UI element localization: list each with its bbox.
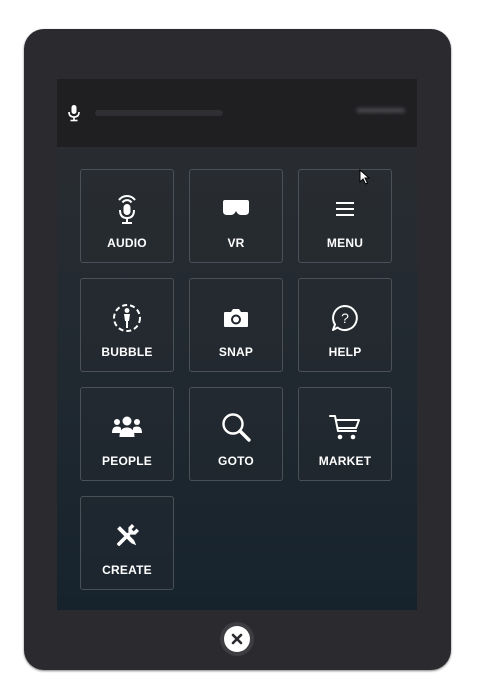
bubble-icon bbox=[113, 304, 141, 332]
tile-goto[interactable]: GOTO bbox=[189, 387, 283, 481]
tile-market[interactable]: MARKET bbox=[298, 387, 392, 481]
tile-label: GOTO bbox=[218, 454, 254, 468]
people-icon bbox=[112, 416, 142, 437]
tile-label: BUBBLE bbox=[101, 345, 153, 359]
tile-label: CREATE bbox=[102, 563, 152, 577]
tile-label: HELP bbox=[328, 345, 362, 359]
tile-snap[interactable]: SNAP bbox=[189, 278, 283, 372]
mic-level-bar bbox=[95, 110, 223, 116]
tile-menu[interactable]: MENU bbox=[298, 169, 392, 263]
cart-icon bbox=[329, 415, 360, 440]
tile-create[interactable]: CREATE bbox=[80, 496, 174, 590]
tile-label: MENU bbox=[326, 236, 364, 250]
hamburger-menu-icon bbox=[336, 202, 354, 216]
search-icon bbox=[222, 413, 251, 442]
top-bar: ••••••••••• bbox=[57, 79, 417, 147]
tile-label: SNAP bbox=[218, 345, 254, 359]
tile-audio[interactable]: AUDIO bbox=[80, 169, 174, 263]
microphone-icon[interactable] bbox=[67, 104, 81, 122]
svg-text:?: ? bbox=[341, 310, 349, 326]
tile-label: AUDIO bbox=[107, 236, 147, 250]
tile-label: VR bbox=[227, 236, 245, 250]
close-button-inner bbox=[224, 626, 250, 652]
tile-help[interactable]: ? HELP bbox=[298, 278, 392, 372]
tile-bubble[interactable]: BUBBLE bbox=[80, 278, 174, 372]
tile-people[interactable]: PEOPLE bbox=[80, 387, 174, 481]
close-button[interactable] bbox=[220, 622, 254, 656]
tile-label: PEOPLE bbox=[102, 454, 152, 468]
help-icon: ? bbox=[332, 305, 358, 331]
camera-icon bbox=[224, 309, 248, 327]
tablet-screen: ••••••••••• AUDIO VR MENU BUBBLE SNAP ? … bbox=[57, 79, 417, 610]
microphone-icon bbox=[118, 195, 136, 224]
create-tools-icon bbox=[116, 523, 140, 547]
tile-vr[interactable]: VR bbox=[189, 169, 283, 263]
close-icon bbox=[231, 633, 243, 645]
tile-label: MARKET bbox=[318, 454, 372, 468]
username-label: ••••••••••• bbox=[357, 105, 405, 117]
mouse-cursor-icon bbox=[359, 169, 371, 185]
vr-headset-icon bbox=[223, 200, 249, 215]
